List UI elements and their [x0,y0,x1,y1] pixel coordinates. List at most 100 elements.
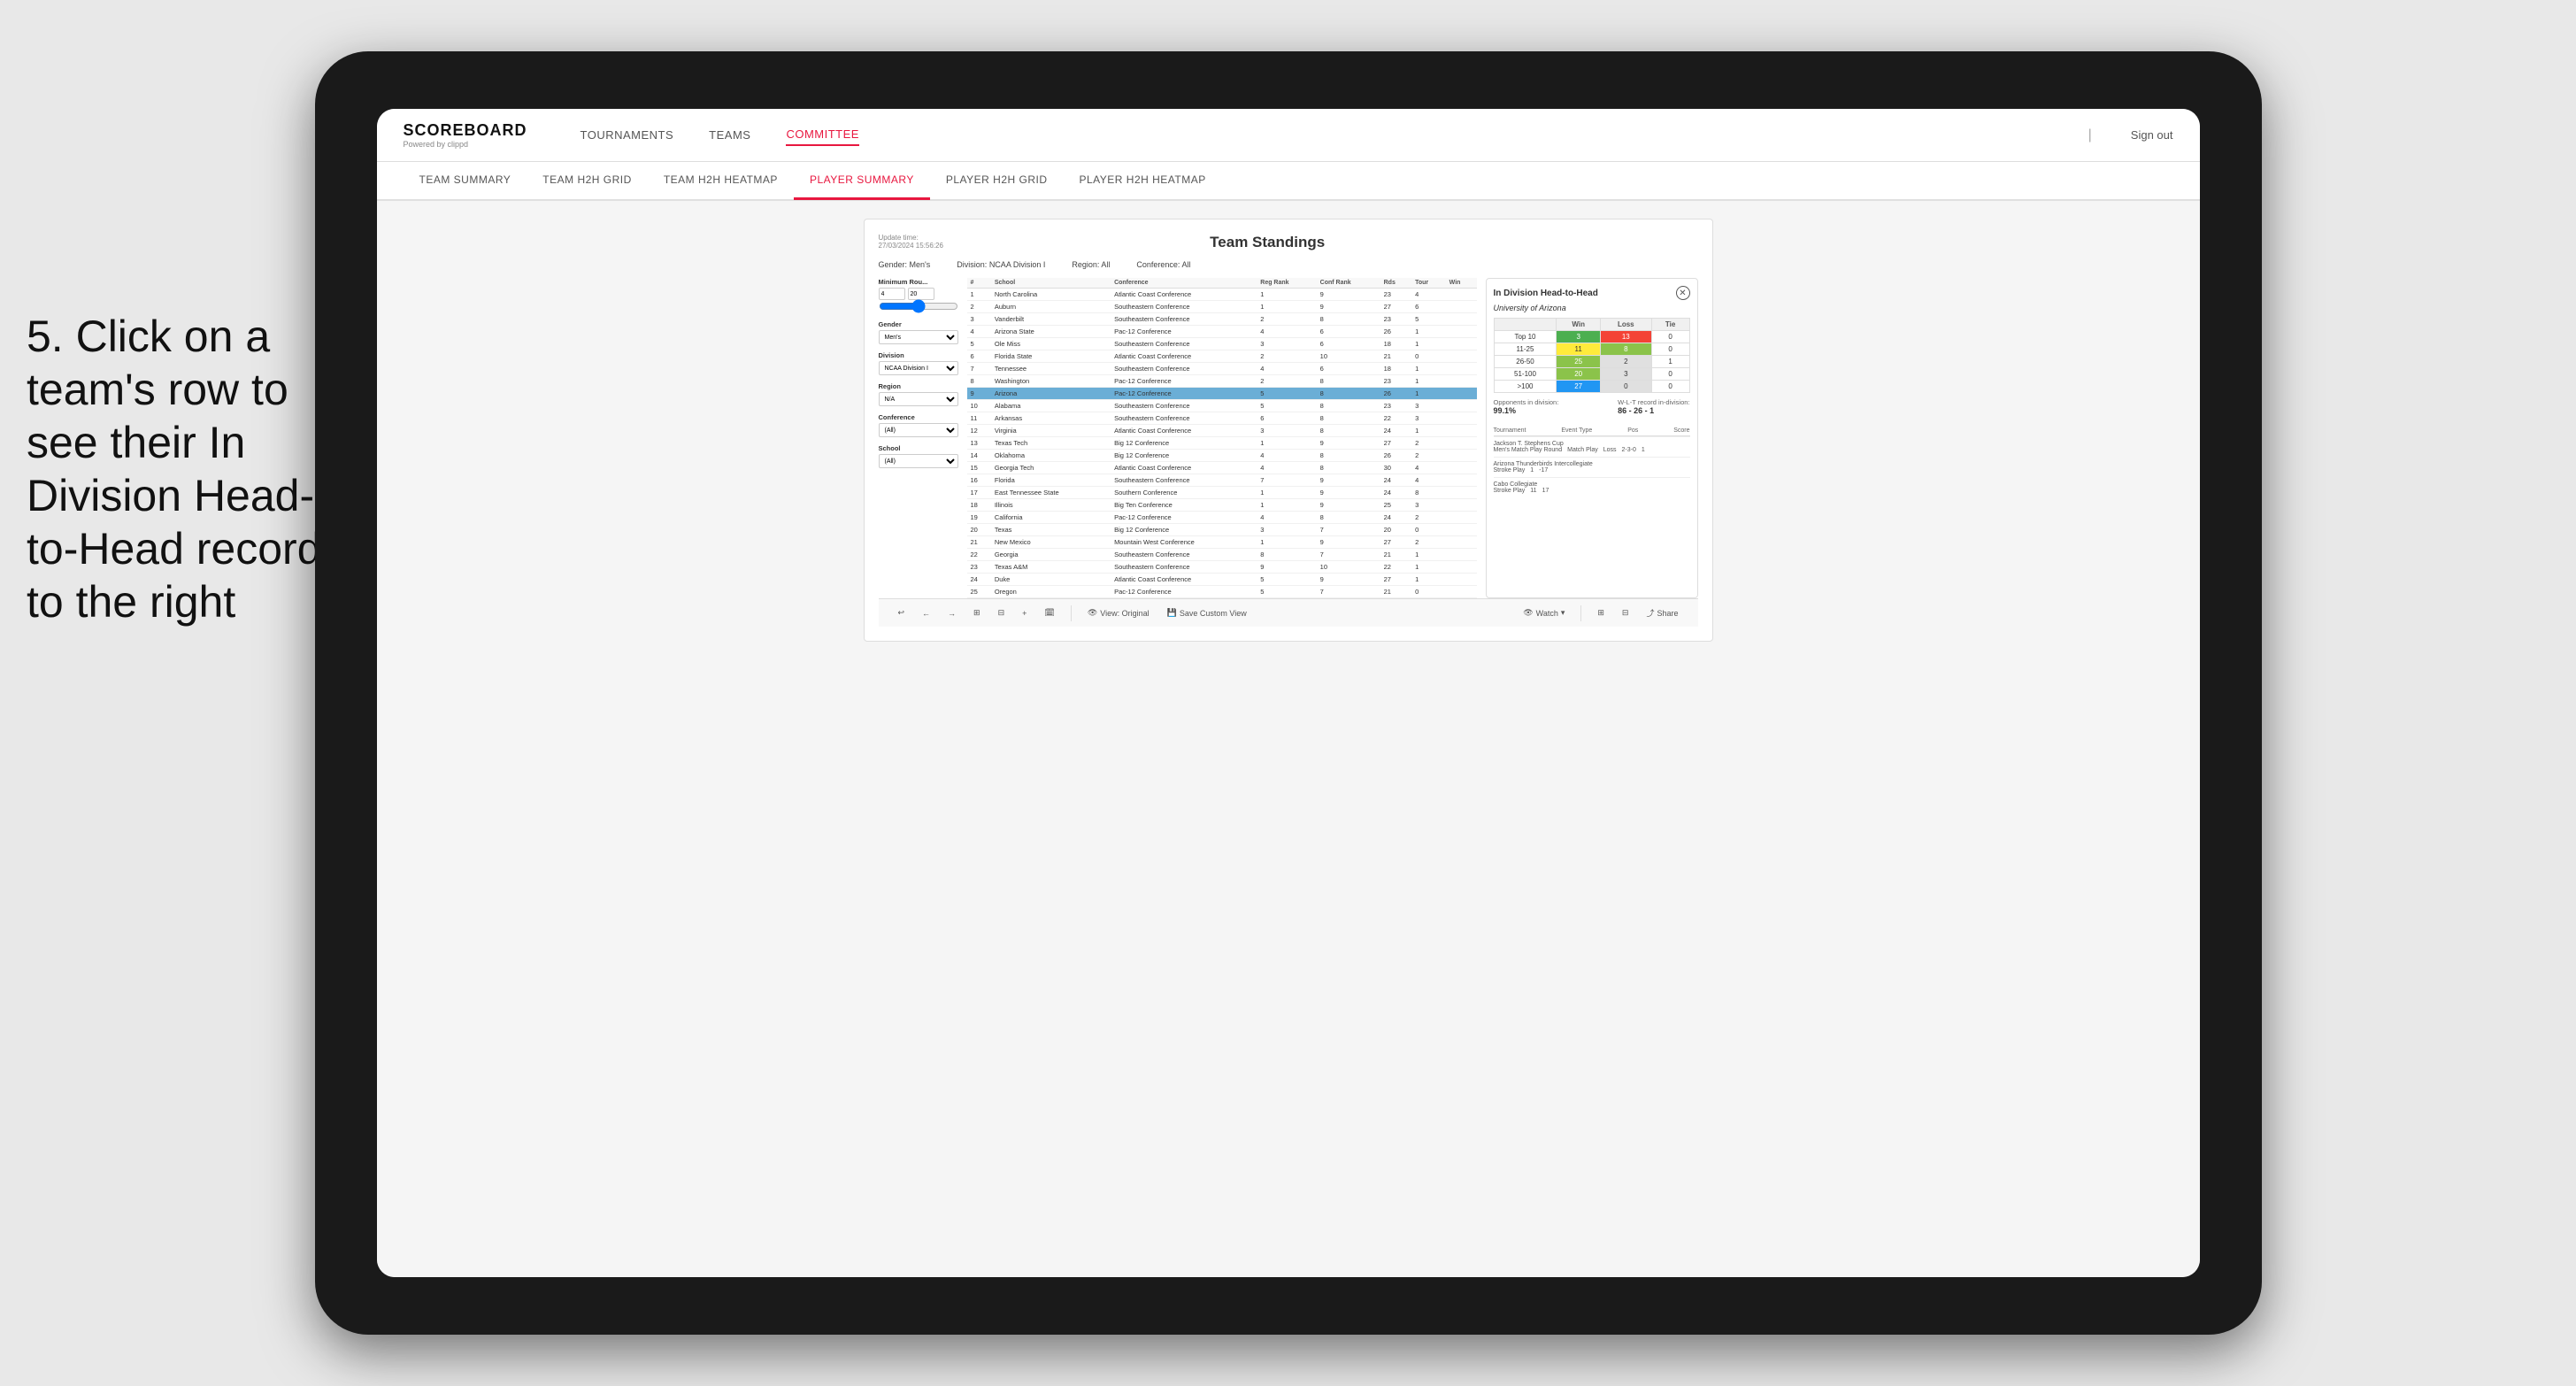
nav-tournaments[interactable]: TOURNAMENTS [581,125,674,145]
table-row[interactable]: 2 Auburn Southeastern Conference 1 9 27 … [967,301,1477,313]
cell-tour: 1 [1411,338,1446,350]
cell-conf-rank: 8 [1317,388,1380,400]
undo-button[interactable]: ↩ [893,606,911,620]
gender-select[interactable]: Men's [879,330,958,344]
table-header-row: # School Conference Reg Rank Conf Rank R… [967,278,1477,289]
table-row[interactable]: 3 Vanderbilt Southeastern Conference 2 8… [967,313,1477,326]
subnav-player-summary[interactable]: PLAYER SUMMARY [794,161,930,200]
cell-reg-rank: 7 [1257,474,1316,487]
table-row[interactable]: 6 Florida State Atlantic Coast Conferenc… [967,350,1477,363]
table-row[interactable]: 4 Arizona State Pac-12 Conference 4 6 26… [967,326,1477,338]
table-row[interactable]: 18 Illinois Big Ten Conference 1 9 25 3 [967,499,1477,512]
cell-rank: 8 [967,375,991,388]
table-row[interactable]: 14 Oklahoma Big 12 Conference 4 8 26 2 [967,450,1477,462]
share-icon: ⤴ [1646,607,1654,619]
table-row[interactable]: 7 Tennessee Southeastern Conference 4 6 … [967,363,1477,375]
table-row[interactable]: 20 Texas Big 12 Conference 3 7 20 0 [967,524,1477,536]
conference-select[interactable]: (All) [879,423,958,437]
toolbar: ↩ ← → ⊞ ⊟ + 🗓 👁 View: Original [879,598,1698,627]
add-button[interactable]: + [1017,607,1032,620]
table-row[interactable]: 13 Texas Tech Big 12 Conference 1 9 27 2 [967,437,1477,450]
cell-conference: Southeastern Conference [1111,400,1257,412]
save-icon: 💾 [1167,608,1177,618]
cell-win [1446,289,1477,301]
close-button[interactable]: ✕ [1676,286,1690,300]
min-rounds-slider[interactable] [879,302,958,311]
table-row[interactable]: 9 Arizona Pac-12 Conference 5 8 26 1 [967,388,1477,400]
table-row[interactable]: 15 Georgia Tech Atlantic Coast Conferenc… [967,462,1477,474]
calendar-button[interactable]: 🗓 [1039,606,1059,620]
table-row[interactable]: 1 North Carolina Atlantic Coast Conferen… [967,289,1477,301]
table-row[interactable]: 5 Ole Miss Southeastern Conference 3 6 1… [967,338,1477,350]
layout-icon: ⊟ [1622,608,1629,618]
cell-reg-rank: 3 [1257,524,1316,536]
table-row[interactable]: 25 Oregon Pac-12 Conference 5 7 21 0 [967,586,1477,598]
nav-teams[interactable]: TEAMS [709,125,750,145]
subnav-team-h2h-grid[interactable]: TEAM H2H GRID [527,161,648,200]
conference-label: Conference: [1136,260,1180,269]
col-rank: # [967,278,991,289]
nav-committee[interactable]: COMMITTEE [786,124,859,146]
table-row[interactable]: 12 Virginia Atlantic Coast Conference 3 … [967,425,1477,437]
subnav-team-h2h-heatmap[interactable]: TEAM H2H HEATMAP [648,161,794,200]
grid-button[interactable]: ⊞ [1592,606,1610,620]
tourn-name-1: Jackson T. Stephens Cup [1494,441,1564,447]
table-row[interactable]: 22 Georgia Southeastern Conference 8 7 2… [967,549,1477,561]
cell-reg-rank: 4 [1257,462,1316,474]
view-original-button[interactable]: 👁 View: Original [1082,606,1155,620]
main-content: Update time: 27/03/2024 15:56:26 Team St… [377,201,2200,1277]
subnav-team-summary[interactable]: TEAM SUMMARY [404,161,527,200]
min-rounds-min-input[interactable] [879,288,905,300]
logo-text: SCOREBOARD [404,121,527,140]
sign-out-button[interactable]: Sign out [2131,128,2173,142]
back-button[interactable]: ← [917,607,935,620]
col-rds: Rds [1380,278,1412,289]
table-row[interactable]: 19 California Pac-12 Conference 4 8 24 2 [967,512,1477,524]
paste-button[interactable]: ⊟ [993,606,1011,620]
subnav-player-h2h-heatmap[interactable]: PLAYER H2H HEATMAP [1064,161,1222,200]
tourn-score-3: 17 [1542,488,1549,494]
table-row[interactable]: 23 Texas A&M Southeastern Conference 9 1… [967,561,1477,574]
cell-conference: Atlantic Coast Conference [1111,350,1257,363]
school-select[interactable]: (All) [879,454,958,468]
cell-rank: 19 [967,512,991,524]
share-button[interactable]: ⤴ Share [1641,605,1683,620]
tourn-col-type: Event Type [1561,427,1592,434]
cell-conference: Southeastern Conference [1111,561,1257,574]
cell-win [1446,400,1477,412]
h2h-row-top10: Top 10 3 13 0 [1494,331,1689,343]
watch-button[interactable]: 👁 Watch ▾ [1518,606,1570,620]
cell-tour: 0 [1411,524,1446,536]
logo-sub: Powered by clippd [404,140,527,149]
division-select[interactable]: NCAA Division I [879,361,958,375]
table-row[interactable]: 17 East Tennessee State Southern Confere… [967,487,1477,499]
table-row[interactable]: 24 Duke Atlantic Coast Conference 5 9 27… [967,574,1477,586]
save-custom-view-button[interactable]: 💾 Save Custom View [1162,606,1252,620]
cell-rds: 22 [1380,561,1412,574]
gender-value: Men's [910,260,931,269]
cell-conference: Atlantic Coast Conference [1111,462,1257,474]
subnav-player-h2h-grid[interactable]: PLAYER H2H GRID [930,161,1064,200]
min-rounds-max-input[interactable] [908,288,934,300]
forward-button[interactable]: → [942,607,961,620]
cell-conference: Southern Conference [1111,487,1257,499]
layout-button[interactable]: ⊟ [1617,606,1634,620]
cell-tour: 6 [1411,301,1446,313]
cell-conf-rank: 9 [1317,536,1380,549]
cell-tour: 3 [1411,412,1446,425]
table-row[interactable]: 16 Florida Southeastern Conference 7 9 2… [967,474,1477,487]
team-standings-table: # School Conference Reg Rank Conf Rank R… [967,278,1477,598]
table-row[interactable]: 21 New Mexico Mountain West Conference 1… [967,536,1477,549]
cell-rank: 17 [967,487,991,499]
table-row[interactable]: 11 Arkansas Southeastern Conference 6 8 … [967,412,1477,425]
cell-rds: 20 [1380,524,1412,536]
region-select[interactable]: N/A [879,392,958,406]
copy-button[interactable]: ⊞ [968,606,986,620]
cell-rds: 24 [1380,425,1412,437]
conference-value: All [1181,260,1190,269]
cell-tour: 1 [1411,425,1446,437]
tourn-name-2: Arizona Thunderbirds Intercollegiate [1494,461,1593,467]
cell-win [1446,450,1477,462]
table-row[interactable]: 8 Washington Pac-12 Conference 2 8 23 1 [967,375,1477,388]
table-row[interactable]: 10 Alabama Southeastern Conference 5 8 2… [967,400,1477,412]
